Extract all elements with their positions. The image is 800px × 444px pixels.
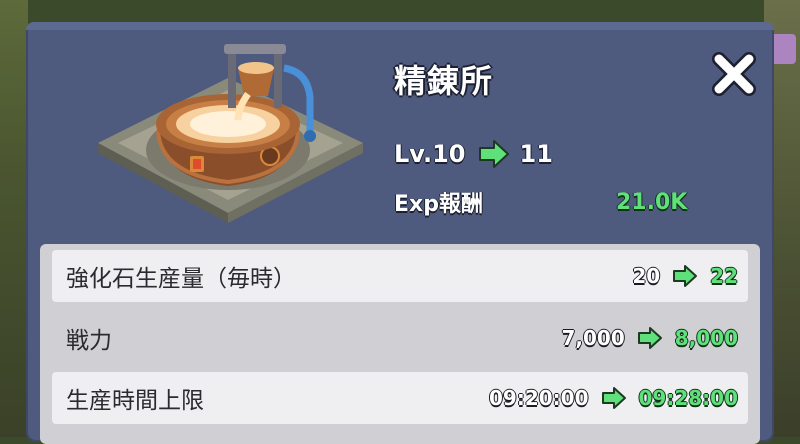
stat-row: 強化石生産量（毎時） 20 22 — [52, 250, 748, 302]
background-left — [0, 0, 28, 437]
exp-reward-value: 21.0K — [616, 189, 688, 215]
stat-values: 20 22 — [632, 264, 738, 288]
stat-values: 09:20:00 09:28:00 — [489, 386, 738, 410]
close-icon[interactable] — [710, 50, 758, 98]
stat-label: 強化石生産量（毎時） — [66, 266, 296, 292]
level-row: Lv.10 11 — [394, 136, 553, 172]
exp-reward-label: Exp報酬 — [394, 192, 483, 217]
stat-row: 戦力 7,000 8,000 — [52, 312, 748, 364]
green-arrow-icon — [637, 327, 662, 349]
stat-current: 7,000 — [561, 326, 625, 350]
stat-label: 生産時間上限 — [66, 388, 204, 414]
stat-next: 09:28:00 — [638, 386, 739, 410]
stat-row: 生産時間上限 09:20:00 09:28:00 — [52, 372, 748, 424]
refinery-building-image — [98, 44, 363, 223]
upgrade-panel: 精錬所 Lv.10 11 Exp報酬 21.0K 強化石生産量（毎時） 20 2… — [26, 22, 774, 444]
level-next: 11 — [519, 140, 553, 168]
stat-next: 8,000 — [674, 326, 738, 350]
building-title: 精錬所 — [394, 62, 494, 100]
green-arrow-icon — [673, 265, 698, 287]
stat-current: 20 — [632, 264, 661, 288]
level-current: Lv.10 — [394, 140, 466, 168]
green-arrow-icon — [478, 140, 509, 168]
stat-current: 09:20:00 — [489, 386, 589, 410]
green-arrow-icon — [601, 387, 626, 409]
panel-header-shade — [26, 22, 774, 30]
stat-values: 7,000 8,000 — [561, 326, 738, 350]
stat-next: 22 — [710, 264, 738, 288]
stats-table: 強化石生産量（毎時） 20 22 戦力 7,000 8,000 生産時間上限 0… — [40, 244, 760, 444]
exp-reward-row: Exp報酬 21.0K — [394, 184, 687, 220]
stat-label: 戦力 — [66, 328, 112, 354]
